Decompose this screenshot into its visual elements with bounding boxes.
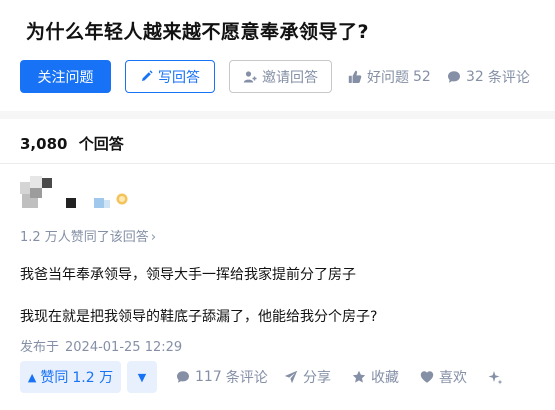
heart-icon	[420, 370, 434, 384]
downvote-triangle-icon: ▼	[137, 370, 147, 384]
post-time-value: 2024-01-25 12:29	[65, 340, 183, 355]
star-icon	[352, 370, 366, 384]
badge-icon	[116, 190, 128, 205]
answer-comment-label: 条评论	[225, 370, 268, 386]
chevron-right-icon: ›	[150, 230, 157, 245]
question-header: 为什么年轻人越来越不愿意奉承领导了? 关注问题 写回答 邀请回答 好问题 52	[0, 0, 555, 111]
section-divider	[0, 111, 555, 119]
favorite-label: 收藏	[371, 370, 399, 386]
agree-count-summary[interactable]: 1.2 万人赞同了该回答 ›	[20, 226, 156, 245]
author-info[interactable]	[20, 176, 140, 216]
question-actions: 关注问题 写回答 邀请回答 好问题 52 32 条评论	[20, 60, 540, 93]
question-comment-label: 条评论	[487, 69, 530, 86]
good-question-label: 好问题	[367, 69, 409, 86]
upvote-count: 1.2 万	[72, 370, 114, 386]
more-actions-button[interactable]	[488, 361, 508, 393]
post-time-label: 发布于	[20, 340, 60, 355]
invite-answer-button[interactable]: 邀请回答	[229, 60, 332, 93]
comment-bubble-icon	[447, 70, 461, 84]
invite-user-icon	[243, 70, 257, 84]
upvote-label: 赞同	[40, 370, 69, 386]
answer-header-divider	[0, 163, 555, 164]
upvote-triangle-icon: ▲	[27, 370, 37, 384]
share-button[interactable]: 分享	[284, 361, 331, 393]
sparkle-icon	[488, 370, 503, 385]
write-answer-label: 写回答	[158, 69, 200, 86]
downvote-button[interactable]: ▼	[127, 361, 157, 393]
answer-comment-count: 117	[195, 369, 222, 385]
comment-bubble-icon	[176, 370, 190, 384]
answer-comments-button[interactable]: 117 条评论	[176, 361, 268, 393]
post-time: 发布于 2024-01-25 12:29	[20, 336, 182, 355]
favorite-button[interactable]: 收藏	[352, 361, 399, 393]
answer-paragraph: 我现在就是把我领导的鞋底子舔漏了，他能给我分个房子?	[20, 309, 378, 325]
avatar[interactable]	[20, 176, 54, 210]
share-paper-plane-icon	[284, 370, 298, 384]
pencil-icon	[140, 70, 153, 83]
invite-answer-label: 邀请回答	[262, 69, 318, 86]
agree-count-text: 1.2 万人赞同了该回答	[20, 230, 149, 245]
write-answer-button[interactable]: 写回答	[125, 60, 215, 93]
share-label: 分享	[303, 370, 331, 386]
good-question-count: 52	[413, 68, 431, 85]
answer-action-bar: ▲ 赞同 1.2 万 ▼ 117 条评论 分享 收藏 喜欢	[20, 361, 540, 395]
like-label: 喜欢	[439, 370, 467, 386]
follow-question-label: 关注问题	[37, 69, 94, 86]
answer-count-label: 个回答	[78, 135, 124, 153]
answer-count-header: 3,080 个回答	[20, 133, 124, 154]
answer-card: 3,080 个回答 1.2 万人赞同了该回答 › 我爸当年奉承领导，领导大手一挥给…	[0, 119, 555, 410]
answer-count: 3,080	[20, 135, 68, 153]
good-question-button[interactable]: 好问题 52	[348, 60, 431, 93]
question-comments-button[interactable]: 32 条评论	[447, 60, 530, 93]
upvote-button[interactable]: ▲ 赞同 1.2 万	[20, 361, 121, 393]
answer-paragraph: 我爸当年奉承领导，领导大手一挥给我家提前分了房子	[20, 267, 356, 283]
like-button[interactable]: 喜欢	[420, 361, 467, 393]
question-comment-count: 32	[466, 68, 484, 85]
follow-question-button[interactable]: 关注问题	[20, 60, 111, 93]
thumbs-up-icon	[348, 70, 362, 84]
question-title: 为什么年轻人越来越不愿意奉承领导了?	[26, 21, 370, 43]
